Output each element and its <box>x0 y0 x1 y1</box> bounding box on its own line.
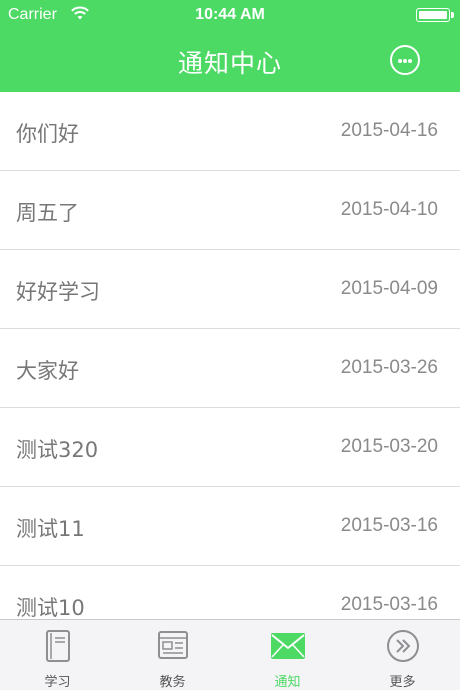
battery-icon <box>416 8 454 22</box>
list-item[interactable]: 好好学习 2015-04-09 <box>0 250 460 329</box>
tab-label: 通知 <box>274 675 301 690</box>
tab-bar: 学习 教务 通知 更多 <box>0 619 460 690</box>
tab-more[interactable]: 更多 <box>345 620 460 691</box>
list-item[interactable]: 你们好 2015-04-16 <box>0 92 460 171</box>
notification-date: 2015-04-16 <box>340 120 438 141</box>
notification-title: 测试11 <box>16 517 85 541</box>
tab-academic[interactable]: 教务 <box>115 620 230 691</box>
notification-title: 大家好 <box>16 359 79 383</box>
tab-label: 更多 <box>389 675 416 690</box>
notification-date: 2015-04-09 <box>340 278 438 299</box>
list-item[interactable]: 周五了 2015-04-10 <box>0 171 460 250</box>
tab-notice[interactable]: 通知 <box>230 620 345 691</box>
list-item[interactable]: 测试320 2015-03-20 <box>0 408 460 487</box>
double-chevron-circle-icon <box>386 630 419 662</box>
clock: 10:44 AM <box>195 6 265 23</box>
book-icon <box>45 630 70 662</box>
notification-date: 2015-03-26 <box>340 357 438 378</box>
notification-list[interactable]: 你们好 2015-04-16 周五了 2015-04-10 好好学习 2015-… <box>0 92 460 619</box>
tab-label: 教务 <box>159 675 186 690</box>
notification-title: 你们好 <box>16 122 79 146</box>
list-item[interactable]: 测试10 2015-03-16 <box>0 566 460 619</box>
notification-date: 2015-03-16 <box>340 515 438 536</box>
list-item[interactable]: 大家好 2015-03-26 <box>0 329 460 408</box>
news-icon <box>157 631 188 659</box>
notification-title: 好好学习 <box>16 280 100 304</box>
tab-label: 学习 <box>44 675 71 690</box>
notification-date: 2015-03-20 <box>340 436 438 457</box>
more-button[interactable] <box>390 45 420 75</box>
notification-title: 周五了 <box>16 201 79 225</box>
notification-title: 测试320 <box>16 438 99 462</box>
status-bar: Carrier 10:44 AM <box>0 0 460 30</box>
notification-date: 2015-03-16 <box>340 594 438 615</box>
mail-icon <box>270 633 305 659</box>
nav-header: Carrier 10:44 AM 通知中心 <box>0 0 460 92</box>
list-item[interactable]: 测试11 2015-03-16 <box>0 487 460 566</box>
notification-title: 测试10 <box>16 596 85 619</box>
notification-date: 2015-04-10 <box>340 199 438 220</box>
tab-study[interactable]: 学习 <box>0 620 115 691</box>
